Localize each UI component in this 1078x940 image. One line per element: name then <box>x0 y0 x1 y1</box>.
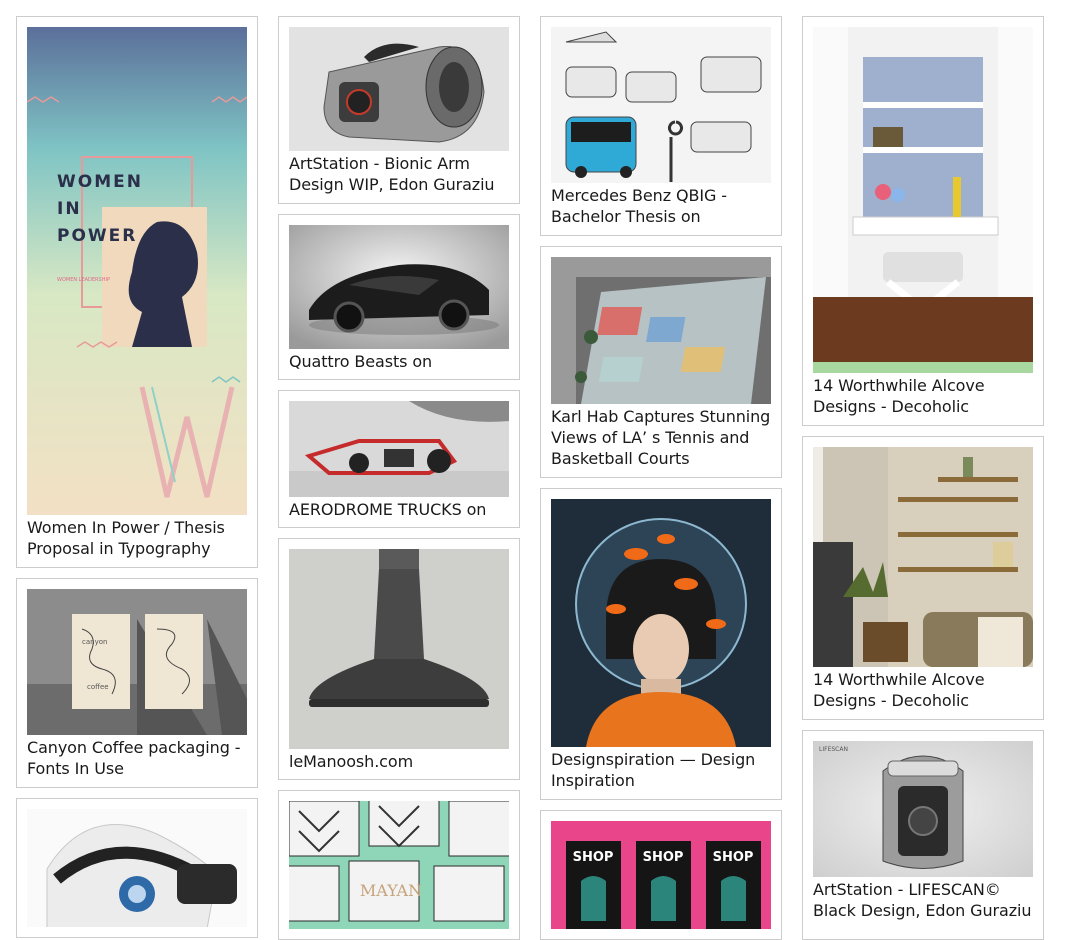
pin-image[interactable]: WOMEN IN POWER WOMEN LEADERSHIP <box>27 27 247 515</box>
pin-card[interactable]: Designspiration — Design Inspiration <box>540 488 782 800</box>
pin-image[interactable] <box>551 499 771 747</box>
svg-text:canyon: canyon <box>82 638 107 646</box>
pin-caption[interactable]: 14 Worthwhile Alcove Designs - Decoholic <box>813 669 1033 711</box>
pin-card[interactable]: MAYAN <box>278 790 520 940</box>
pin-card[interactable]: 14 Worthwhile Alcove Designs - Decoholic <box>802 16 1044 426</box>
pin-image[interactable] <box>551 257 771 404</box>
pin-image[interactable] <box>289 225 509 349</box>
pin-card[interactable]: Mercedes Benz QBIG - Bachelor Thesis on <box>540 16 782 236</box>
shop-label: SHOP <box>713 850 754 865</box>
pin-card[interactable]: ArtStation - Bionic Arm Design WIP, Edon… <box>278 16 520 204</box>
pin-card[interactable]: Karl Hab Captures Stunning Views of LA’ … <box>540 246 782 478</box>
pin-image[interactable] <box>289 27 509 151</box>
card-text: MAYAN <box>360 881 422 900</box>
pin-caption[interactable]: ArtStation - Bionic Arm Design WIP, Edon… <box>289 153 509 195</box>
pin-caption[interactable]: Mercedes Benz QBIG - Bachelor Thesis on <box>551 185 771 227</box>
pin-caption[interactable]: Quattro Beasts on <box>289 351 509 372</box>
poster-title-line: WOMEN <box>57 172 143 192</box>
pin-card[interactable]: Quattro Beasts on <box>278 214 520 380</box>
svg-text:WOMEN LEADERSHIP: WOMEN LEADERSHIP <box>57 277 110 283</box>
pin-card[interactable]: LIFESCAN ArtStation - LIFESCAN© Black De… <box>802 730 1044 940</box>
pin-caption[interactable]: Karl Hab Captures Stunning Views of LA’ … <box>551 406 771 469</box>
pin-image[interactable] <box>813 27 1033 373</box>
pin-caption[interactable]: 14 Worthwhile Alcove Designs - Decoholic <box>813 375 1033 417</box>
svg-text:POWER: POWER <box>57 226 137 246</box>
pin-card[interactable]: canyon coffee Canyon Coffee packaging - … <box>16 578 258 788</box>
pin-image[interactable]: SHOP SHOP SHOP <box>551 821 771 929</box>
shop-label: SHOP <box>643 850 684 865</box>
pin-image[interactable] <box>289 401 509 497</box>
pin-caption[interactable]: Designspiration — Design Inspiration <box>551 749 771 791</box>
pin-card[interactable]: WOMEN IN POWER WOMEN LEADERSHIP Women In… <box>16 16 258 568</box>
pin-card[interactable]: 14 Worthwhile Alcove Designs - Decoholic <box>802 436 1044 720</box>
svg-text:IN: IN <box>57 199 82 219</box>
pin-caption[interactable]: Canyon Coffee packaging - Fonts In Use <box>27 737 247 779</box>
pin-card[interactable] <box>16 798 258 938</box>
pin-image[interactable] <box>289 549 509 749</box>
pin-image[interactable] <box>551 27 771 183</box>
pin-image[interactable] <box>27 809 247 927</box>
pin-caption[interactable]: Women In Power / Thesis Proposal in Typo… <box>27 517 247 559</box>
pin-caption[interactable]: leManoosh.com <box>289 751 509 772</box>
pin-card[interactable]: SHOP SHOP SHOP <box>540 810 782 940</box>
pin-image[interactable] <box>813 447 1033 667</box>
pin-card[interactable]: AERODROME TRUCKS on <box>278 390 520 528</box>
pin-caption[interactable]: AERODROME TRUCKS on <box>289 499 509 520</box>
pin-image[interactable]: canyon coffee <box>27 589 247 735</box>
shop-label: SHOP <box>573 850 614 865</box>
pin-image[interactable]: MAYAN <box>289 801 509 929</box>
thumb-brand: LIFESCAN <box>819 746 848 753</box>
pin-image[interactable]: LIFESCAN <box>813 741 1033 877</box>
pin-card[interactable]: leManoosh.com <box>278 538 520 780</box>
svg-text:coffee: coffee <box>87 683 109 691</box>
